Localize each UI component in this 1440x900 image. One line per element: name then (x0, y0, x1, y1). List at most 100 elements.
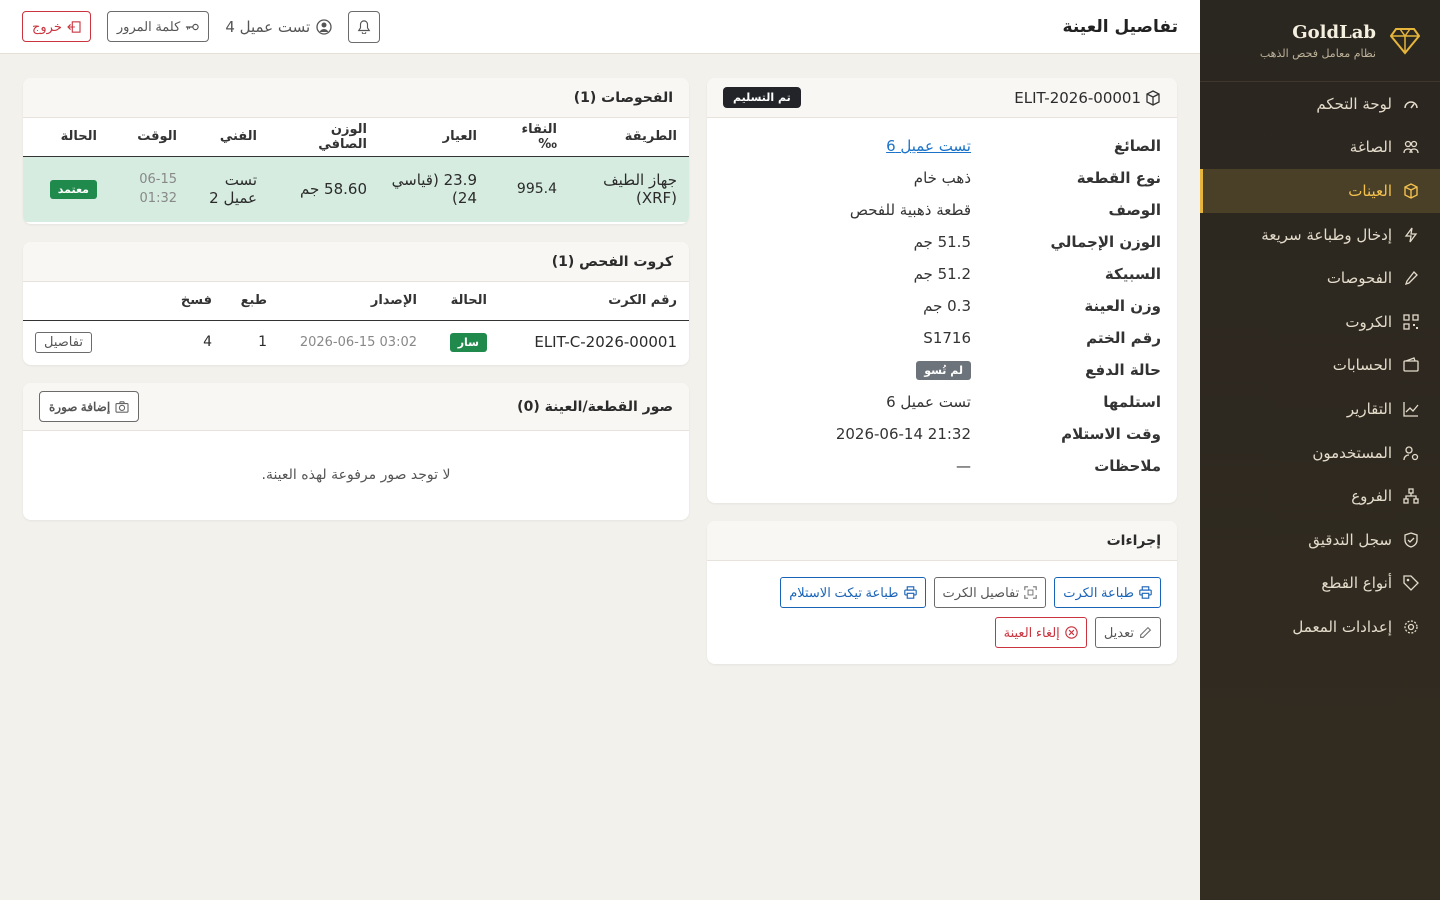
print-receipt-button[interactable]: طباعة تيكت الاستلام (780, 577, 926, 608)
field-received-at: وقت الاستلام 2026-06-14 21:32 (723, 418, 1161, 450)
sidebar-item-cards[interactable]: الكروت (1200, 300, 1440, 344)
logout-button[interactable]: خروج (22, 11, 91, 42)
actions-header: إجراءات (707, 521, 1177, 561)
field-value: تست عميل 6 (886, 393, 971, 411)
notifications-button[interactable] (348, 10, 381, 43)
card-number: ELIT-C-2026-00001 (534, 333, 677, 352)
column-header: طبع (224, 282, 279, 321)
change-password-label: كلمة المرور (116, 18, 181, 34)
field-label: الصائغ (1113, 137, 1161, 155)
field-description: الوصف قطعة ذهبية للفحص (723, 194, 1161, 226)
page-title: تفاصيل العينة (1062, 16, 1178, 37)
sidebar-item-samples[interactable]: العينات (1200, 169, 1440, 213)
card-details-label: تفاصيل الكرت (942, 584, 1020, 600)
exam-method: جهاز الطيف (XRF) (569, 156, 689, 222)
sample-fields: الصائغ تست عميل 6 نوع القطعة ذهب خام الو… (707, 118, 1177, 482)
sidebar-nav: لوحة التحكم الصاغة العينات إدخال وطباعة … (1200, 82, 1440, 649)
sidebar-item-lab-settings[interactable]: إعدادات المعمل (1200, 605, 1440, 649)
field-value: قطعة ذهبية للفحص (849, 201, 971, 219)
sidebar-item-label: الحسابات (1332, 356, 1392, 375)
sidebar-item-piece-types[interactable]: أنواع القطع (1200, 562, 1440, 606)
user-circle-icon (316, 18, 332, 35)
actions-card: إجراءات طباعة الكرت تفاصيل الكرت طباعة ت… (707, 521, 1177, 664)
sidebar-item-label: سجل التدقيق (1308, 530, 1392, 549)
card-details-row-button[interactable]: تفاصيل (35, 331, 92, 353)
user-name: تست عميل 4 (225, 17, 311, 36)
field-received-by: استلمها تست عميل 6 (723, 386, 1161, 418)
brand[interactable]: GoldLab نظام معامل فحص الذهب (1200, 0, 1440, 82)
eyedropper-icon (1402, 269, 1420, 287)
column-header: العيار (379, 118, 489, 157)
box-icon (1145, 89, 1161, 106)
field-label: ملاحظات (1094, 457, 1161, 475)
exam-net-weight: 58.60 جم (269, 156, 379, 222)
column-header: الحالة (23, 118, 109, 157)
photos-header: صور القطعة/العينة (0) إضافة صورة (23, 383, 689, 431)
photos-empty-message: لا توجد صور مرفوعة لهذه العينة. (261, 467, 451, 483)
photos-title: صور القطعة/العينة (0) (517, 398, 673, 415)
sidebar-item-label: أنواع القطع (1321, 574, 1392, 593)
sidebar-item-accounts[interactable]: الحسابات (1200, 344, 1440, 388)
exams-table: الطريقة النقاء ‰ العيار الوزن الصافي الف… (23, 118, 689, 222)
pencil-icon (1139, 626, 1152, 639)
change-password-button[interactable]: كلمة المرور (106, 11, 210, 42)
table-row[interactable]: ELIT-C-2026-00001 سار 2026-06-15 03:02 1… (23, 320, 689, 364)
field-value: 51.5 جم (913, 233, 971, 251)
goldsmith-link[interactable]: تست عميل 6 (886, 137, 971, 155)
field-value: S1716 (923, 329, 971, 347)
sidebar-item-reports[interactable]: التقارير (1200, 387, 1440, 431)
card-details-button[interactable]: تفاصيل الكرت (933, 577, 1047, 608)
sidebar-item-users[interactable]: المستخدمون (1200, 431, 1440, 475)
sidebar-item-label: لوحة التحكم (1316, 94, 1392, 113)
table-row[interactable]: جهاز الطيف (XRF) 995.4 23.9 (قياسي 24) 5… (23, 156, 689, 222)
sidebar-item-quick-entry[interactable]: إدخال وطباعة سريعة (1200, 213, 1440, 257)
cancel-sample-button[interactable]: إلغاء العينة (994, 617, 1087, 648)
card-status: سار (429, 320, 499, 364)
key-icon (185, 22, 200, 32)
print-receipt-label: طباعة تيكت الاستلام (789, 584, 899, 600)
shield-check-icon (1402, 531, 1420, 549)
sidebar-item-dashboard[interactable]: لوحة التحكم (1200, 82, 1440, 126)
exam-cards-header-row: رقم الكرت الحالة الإصدار طبع فسخ (23, 282, 689, 321)
card-revoked-count: 4 (203, 334, 212, 351)
field-value: 2026-06-14 21:32 (835, 425, 971, 443)
exam-cards-title: كروت الفحص (1) (551, 253, 673, 270)
print-card-button[interactable]: طباعة الكرت (1054, 577, 1161, 608)
card-printed-count: 1 (258, 334, 267, 351)
photos-card: صور القطعة/العينة (0) إضافة صورة لا توجد… (23, 383, 689, 520)
sidebar-item-label: المستخدمون (1312, 443, 1392, 462)
sidebar-item-label: الصاغة (1349, 138, 1392, 157)
exam-time-clock: 01:32 (139, 191, 177, 207)
tag-icon (1402, 574, 1420, 592)
column-header: الفني (189, 118, 269, 157)
field-label: رقم الختم (1086, 329, 1161, 347)
field-label: الوصف (1108, 201, 1161, 219)
topbar: تفاصيل العينة تست عميل 4 كلمة المرور خرو… (0, 0, 1200, 54)
field-piece-type: نوع القطعة ذهب خام (723, 162, 1161, 194)
sitemap-icon (1402, 487, 1420, 505)
diamond-icon (1388, 24, 1422, 58)
field-label: الوزن الإجمالي (1050, 233, 1161, 251)
chart-line-icon (1402, 400, 1420, 418)
exam-cards-table: رقم الكرت الحالة الإصدار طبع فسخ ELIT-C-… (23, 282, 689, 364)
exam-cards-card: كروت الفحص (1) رقم الكرت الحالة الإصدار … (23, 242, 689, 365)
user-menu[interactable]: تست عميل 4 (225, 18, 332, 36)
actions-title: إجراءات (1106, 532, 1161, 549)
card-status-badge: سار (449, 333, 487, 353)
exam-technician: تست عميل 2 (189, 156, 269, 222)
sidebar-item-goldsmiths[interactable]: الصاغة (1200, 126, 1440, 170)
logout-label: خروج (32, 18, 62, 34)
edit-button[interactable]: تعديل (1094, 617, 1161, 648)
sidebar-item-audit-log[interactable]: سجل التدقيق (1200, 518, 1440, 562)
exam-status-badge: معتمد (49, 180, 97, 200)
add-photo-button[interactable]: إضافة صورة (39, 391, 140, 422)
wallet-icon (1402, 356, 1420, 374)
box-icon (1402, 182, 1420, 200)
sidebar-item-exams[interactable]: الفحوصات (1200, 256, 1440, 300)
sidebar-item-branches[interactable]: الفروع (1200, 474, 1440, 518)
sidebar-item-label: إدخال وطباعة سريعة (1261, 225, 1392, 244)
column-header: رقم الكرت (499, 282, 689, 321)
column-header: الوزن الصافي (269, 118, 379, 157)
sidebar-item-label: العينات (1348, 181, 1392, 200)
exams-header: الفحوصات (1) (23, 78, 689, 118)
